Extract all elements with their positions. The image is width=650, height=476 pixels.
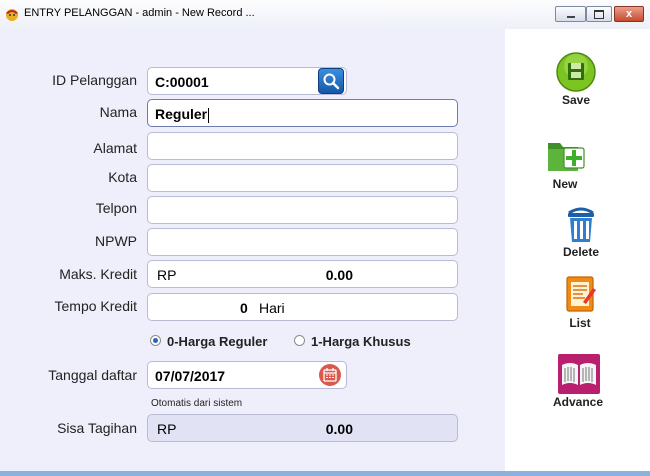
- tanggal-daftar-label: Tanggal daftar: [48, 367, 137, 383]
- new-button[interactable]: New: [505, 135, 625, 191]
- kota-field[interactable]: [147, 164, 458, 192]
- close-icon: x: [625, 8, 633, 20]
- tanggal-daftar-value: 07/07/2017: [155, 368, 226, 384]
- delete-button[interactable]: Delete: [521, 203, 641, 259]
- trash-icon: [560, 203, 602, 245]
- tempo-kredit-field[interactable]: 0 Hari: [147, 293, 458, 321]
- tempo-kredit-label: Tempo Kredit: [54, 298, 137, 314]
- telpon-label: Telpon: [95, 200, 137, 216]
- title-bar: ENTRY PELANGGAN - admin - New Record ...…: [0, 0, 650, 30]
- list-button[interactable]: List: [520, 274, 640, 330]
- radio-selected-icon: [150, 335, 161, 346]
- tanggal-daftar-field[interactable]: 07/07/2017: [147, 361, 347, 389]
- app-icon: [6, 9, 18, 21]
- maks-kredit-label: Maks. Kredit: [59, 266, 137, 282]
- book-icon: [557, 353, 600, 395]
- tempo-kredit-value: 0: [240, 300, 248, 316]
- harga-reguler-label: 0-Harga Reguler: [167, 334, 268, 349]
- id-pelanggan-label: ID Pelanggan: [52, 72, 137, 88]
- calendar-icon: [323, 368, 337, 382]
- id-pelanggan-value: C:00001: [155, 74, 209, 90]
- delete-label: Delete: [562, 245, 600, 259]
- maks-kredit-currency: RP: [157, 267, 177, 283]
- maks-kredit-value: 0.00: [325, 267, 353, 283]
- sisa-tagihan-value: 0.00: [325, 421, 353, 437]
- sisa-tagihan-label: Sisa Tagihan: [57, 420, 137, 436]
- npwp-label: NPWP: [95, 233, 137, 249]
- new-folder-icon: [544, 135, 586, 177]
- alamat-field[interactable]: [147, 132, 458, 160]
- minimize-icon: [556, 7, 585, 21]
- advance-button[interactable]: Advance: [518, 353, 638, 409]
- nama-field[interactable]: Reguler: [147, 99, 458, 127]
- kota-label: Kota: [108, 169, 137, 185]
- save-label: Save: [561, 93, 591, 107]
- nama-value: Reguler: [155, 106, 208, 122]
- search-icon: [323, 73, 340, 90]
- list-icon: [559, 274, 601, 316]
- advance-label: Advance: [552, 395, 604, 409]
- maximize-button[interactable]: [586, 6, 612, 22]
- maks-kredit-field[interactable]: RP 0.00: [147, 260, 458, 288]
- bottom-border: [0, 471, 650, 476]
- id-pelanggan-field[interactable]: C:00001: [147, 67, 347, 95]
- alamat-label: Alamat: [93, 140, 137, 156]
- search-button[interactable]: [318, 68, 344, 94]
- npwp-field[interactable]: [147, 228, 458, 256]
- sisa-tagihan-currency: RP: [157, 421, 177, 437]
- list-label: List: [569, 316, 591, 330]
- new-label: New: [552, 177, 578, 191]
- telpon-field[interactable]: [147, 196, 458, 224]
- tanggal-note: Otomatis dari sistem: [151, 398, 243, 409]
- maximize-icon: [587, 7, 611, 21]
- tempo-kredit-unit: Hari: [259, 300, 285, 316]
- save-icon: [555, 51, 597, 93]
- radio-unselected-icon: [294, 335, 305, 346]
- save-button[interactable]: Save: [516, 51, 636, 107]
- harga-khusus-label: 1-Harga Khusus: [311, 334, 411, 349]
- sisa-tagihan-field: RP 0.00: [147, 414, 458, 442]
- window-title: ENTRY PELANGGAN - admin - New Record ...: [24, 7, 255, 19]
- calendar-button[interactable]: [319, 364, 341, 386]
- text-cursor: [208, 107, 210, 123]
- close-button[interactable]: x: [614, 6, 644, 22]
- nama-label: Nama: [99, 104, 137, 120]
- minimize-button[interactable]: [555, 6, 586, 22]
